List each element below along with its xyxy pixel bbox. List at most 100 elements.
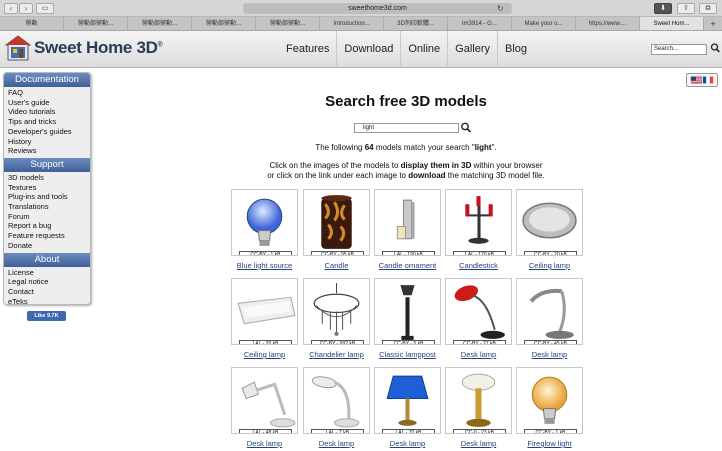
model-thumbnail[interactable]: LAL - 190 kB [374,189,441,256]
model-thumbnail[interactable]: CC-BY - 20 kB [516,189,583,256]
browser-tab[interactable]: Sweet Hom... [640,17,704,30]
model-card: LAL - 70 kB Desk lamp [374,367,441,449]
model-download-link[interactable]: Fireglow light [508,439,591,448]
model-card: LAL - 48 kB Desk lamp [231,367,298,449]
sidebar-link[interactable]: Video tutorials [8,107,90,117]
nav-features[interactable]: Features [279,31,336,68]
sidebar-link[interactable]: Donate [8,241,90,251]
main-nav: Features Download Online Gallery Blog [279,31,534,68]
license-badge: CC-BY - 1 kB [524,429,577,433]
license-badge: CC-BY - 45 kB [524,340,577,344]
browser-tab[interactable]: 勞動部勞動... [64,17,128,30]
sidebar-link[interactable]: History [8,137,90,147]
language-flags-icon[interactable] [686,73,718,87]
sidebar-link[interactable]: Developer's guides [8,127,90,137]
downloads-icon[interactable]: ⬇ [654,3,672,14]
model-thumbnail[interactable]: LAL - 120 kB [445,189,512,256]
nav-blog[interactable]: Blog [496,31,534,68]
search-icon[interactable] [710,42,720,54]
model-download-link[interactable]: Blue light source [223,261,306,270]
model-thumbnail[interactable]: CC-BY - 95 kB [303,189,370,256]
share-icon[interactable]: ⇧ [677,3,695,14]
browser-tab[interactable]: Make your o... [512,17,576,30]
model-search-input[interactable]: light [354,123,459,133]
site-header: Sweet Home 3D® Features Download Online Gal… [0,31,722,68]
sidebar-link[interactable]: User's guide [8,98,90,108]
tabs-overview-icon[interactable]: ⧉ [699,3,717,14]
facebook-like-button[interactable]: Like 9.7K [27,311,66,321]
sidebar-link[interactable]: Forum [8,212,90,222]
model-thumbnail[interactable]: LAL - 7 kB [303,367,370,434]
model-download-link[interactable]: Desk lamp [508,350,591,359]
browser-tab[interactable]: 勞動部勞動... [256,17,320,30]
license-badge: CC-BY - 95 kB [311,251,364,255]
model-card: CC-BY - 1 kB Fireglow light [516,367,583,449]
sidebar-link[interactable]: Tips and tricks [8,117,90,127]
browser-tab[interactable]: 勞動部勞動... [128,17,192,30]
model-card: LAL - 190 kB Candle ornament [374,189,441,271]
model-search-icon[interactable] [460,121,472,134]
house-logo-icon[interactable] [4,34,32,62]
sidebar-link[interactable]: FAQ [8,88,90,98]
sidebar-toggle-icon[interactable]: ▭ [36,3,54,14]
bulb-blue-icon [246,198,283,246]
sidebar-link[interactable]: eTeks [8,297,90,307]
sidebar-link[interactable]: License [8,268,90,278]
sidebar-heading-about: About [4,252,90,267]
sidebar-link[interactable]: Feature requests [8,231,90,241]
browser-tab[interactable]: https://www.... [576,17,640,30]
site-logo-text[interactable]: Sweet Home 3D® [34,38,163,58]
model-thumbnail[interactable]: CC-BY - 27 kB [445,278,512,345]
sidebar-link[interactable]: Textures [8,183,90,193]
sidebar-link[interactable]: Translations [8,202,90,212]
back-button[interactable]: ‹ [4,3,18,14]
sidebar-link[interactable]: Legal notice [8,277,90,287]
license-badge: CC-BY - 27 kB [453,340,506,344]
result-count: 64 [364,143,374,152]
nav-gallery[interactable]: Gallery [447,31,497,68]
sidebar-link[interactable]: Contact [8,287,90,297]
sidebar-link[interactable]: 3D models [8,173,90,183]
model-thumbnail[interactable]: CC-BY - 5 kB [374,278,441,345]
model-thumbnail[interactable]: LAL - 70 kB [374,367,441,434]
model-thumbnail[interactable]: CC-BY - 45 kB [516,278,583,345]
nav-online[interactable]: Online [400,31,447,68]
model-thumbnail[interactable]: LAL - 20 kB [231,278,298,345]
license-badge: CC-BY - 5 kB [382,340,435,344]
sidebar-link[interactable]: Reviews [8,146,90,156]
browser-tab[interactable]: Introduction... [320,17,384,30]
model-card: LAL - 7 kB Desk lamp [303,367,370,449]
license-badge: LAL - 70 kB [382,429,435,433]
model-download-link[interactable]: Ceiling lamp [223,350,306,359]
site-search-input[interactable]: Search... [651,44,707,55]
model-card: CC-BY - 27 kB Desk lamp [445,278,512,360]
forward-button[interactable]: › [19,3,33,14]
new-tab-button[interactable]: + [704,17,722,30]
sidebar-link[interactable]: Plug-ins and tools [8,192,90,202]
ceiling-disc-icon [522,202,577,239]
license-badge: LAL - 190 kB [382,251,435,255]
license-badge: CC-BY - 992 kB [311,340,364,344]
model-download-link[interactable]: Desk lamp [223,439,306,448]
browser-tab[interactable]: 勞動部勞動... [192,17,256,30]
nav-download[interactable]: Download [336,31,400,68]
model-thumbnail[interactable]: CC-BY - 1 kB [231,189,298,256]
model-thumbnail[interactable]: CC-BY - 992 kB [303,278,370,345]
sidebar-list: FAQ User's guide Video tutorials Tips and t… [4,88,90,158]
lamppost-icon [400,285,415,340]
model-thumbnail[interactable]: LAL - 48 kB [231,367,298,434]
model-thumbnail[interactable]: CC-0 - 23 kB [445,367,512,434]
browser-tab[interactable]: lm3914 - G... [448,17,512,30]
address-bar[interactable]: sweethome3d.com [243,3,512,14]
sidebar-link[interactable]: Report a bug [8,221,90,231]
reload-icon[interactable]: ↻ [497,3,504,14]
desk-lamp-red-icon [454,285,505,339]
browser-tab[interactable]: 3D列印軟體... [384,17,448,30]
model-download-link[interactable]: Ceiling lamp [508,261,591,270]
model-thumbnail[interactable]: CC-BY - 1 kB [516,367,583,434]
sidebar-list: License Legal notice Contact eTeks [4,268,90,309]
tab-bar: 勞動 勞動部勞動... 勞動部勞動... 勞動部勞動... 勞動部勞動... Introd… [0,17,722,31]
table-lamp-brass-icon [461,373,496,427]
browser-tab[interactable]: 勞動 [0,17,64,30]
desk-lamp-arc-icon [311,376,360,428]
